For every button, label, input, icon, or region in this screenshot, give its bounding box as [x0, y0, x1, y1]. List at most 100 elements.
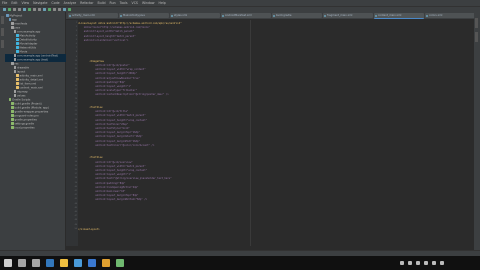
file-icon	[6, 14, 9, 17]
file-explorer-icon[interactable]	[60, 259, 68, 267]
tool-window-icon[interactable]	[1, 28, 4, 36]
store-icon[interactable]	[74, 259, 82, 267]
code-line: android:layout_height="200dp"	[78, 72, 138, 76]
toolbar-icon[interactable]	[43, 8, 46, 11]
toolbar-icon[interactable]	[68, 8, 71, 11]
tray-icon[interactable]	[416, 261, 420, 265]
line-number: 43	[74, 198, 77, 201]
toolbar-icon[interactable]	[3, 8, 6, 11]
toolbar-icon[interactable]	[33, 8, 36, 11]
tray-icon[interactable]	[408, 261, 412, 265]
tree-item-label: MovieAdapter	[19, 42, 38, 46]
tree-item-label: com.example.app (androidTest)	[17, 54, 59, 58]
toolbar-icon[interactable]	[58, 8, 61, 11]
code-line: </LinearLayout>	[78, 227, 100, 231]
tool-window-icon[interactable]	[1, 40, 4, 48]
file-icon	[16, 78, 19, 81]
file-icon	[8, 98, 11, 101]
code-line: android:scaleType="fitCenter"	[78, 89, 138, 93]
toolbar-icon[interactable]	[48, 8, 51, 11]
tab-2[interactable]: styles.xml	[170, 13, 220, 18]
line-number: 17	[74, 89, 77, 92]
tab-label: content_main.xml	[378, 14, 402, 17]
line-number: 28	[74, 135, 77, 138]
project-panel: MyProject app manifests java com.example.app…	[5, 12, 74, 250]
tool-window-icon[interactable]	[475, 32, 478, 42]
code-line: android:layout_marginBottom="8dp" />	[78, 198, 148, 202]
windows-taskbar	[0, 256, 480, 270]
tree-item-label: build.gradle (Project)	[14, 102, 42, 106]
toolbar-icon[interactable]	[13, 8, 16, 11]
line-number: 26	[74, 127, 77, 129]
tray-icon[interactable]	[400, 261, 404, 265]
code-line: android:text="@string/overview_placehold…	[78, 177, 172, 181]
tray-icon[interactable]	[440, 261, 444, 265]
line-number: 8	[75, 51, 77, 54]
line-number: 7	[75, 47, 77, 50]
tree-item[interactable]: local.properties	[5, 126, 71, 130]
code-line: android:layout_width="wrap_content"	[78, 68, 146, 72]
toolbar-icon[interactable]	[18, 8, 21, 11]
file-icon	[11, 118, 14, 121]
mail-icon[interactable]	[88, 259, 96, 267]
file-icon	[13, 94, 16, 97]
code-line: <TextView	[78, 106, 103, 109]
tray-icon[interactable]	[432, 261, 436, 265]
tab-3[interactable]: AndroidManifest.xml	[221, 13, 271, 18]
code-line: <TextView	[78, 156, 103, 160]
tool-window-icon[interactable]	[475, 18, 478, 28]
file-type-icon	[375, 14, 377, 17]
line-number: 49	[74, 223, 77, 226]
code-line: android:id="@+id/title"	[78, 110, 129, 114]
line-number: 22	[74, 110, 77, 113]
toolbar-icon[interactable]	[28, 8, 31, 11]
windows-start-icon[interactable]	[4, 259, 12, 267]
file-icon	[11, 26, 14, 29]
toolbar-icon[interactable]	[38, 8, 41, 11]
line-number: 40	[74, 185, 77, 188]
line-number: 16	[74, 85, 77, 87]
toolbar-icon[interactable]	[8, 8, 11, 11]
code-editor[interactable]: <LinearLayout xmlns:android="http://sche…	[78, 20, 474, 246]
toolbar-icon[interactable]	[53, 8, 56, 11]
code-line: android:orientation="vertical">	[78, 38, 129, 42]
tree-item-label: NetworkUtils	[19, 46, 37, 50]
tree-item-label: Movie	[19, 50, 28, 54]
line-number: 10	[74, 59, 77, 62]
toolbar-icon[interactable]	[23, 8, 26, 11]
file-icon	[11, 122, 14, 125]
code-line: android:layout_marginTop="8dp"	[78, 194, 139, 198]
code-line: android:layout_weight="1"	[78, 85, 132, 88]
task-view-icon[interactable]	[32, 259, 40, 267]
file-icon	[13, 30, 16, 33]
line-number: 24	[74, 118, 77, 121]
toolbar-icon[interactable]	[63, 8, 66, 11]
tab-1[interactable]: MainActivity.java	[119, 13, 169, 18]
right-tool-strip[interactable]	[474, 12, 480, 250]
search-icon[interactable]	[18, 259, 26, 267]
tool-window-icon[interactable]	[1, 16, 4, 24]
tree-item-label: MainActivity	[19, 34, 36, 38]
code-line: android:lineSpacingExtra="4dp"	[78, 185, 139, 189]
tab-0[interactable]: activity_main.xml	[68, 13, 118, 18]
code-line: xmlns:tools="http://schemas.android.com/…	[78, 26, 150, 30]
edge-icon[interactable]	[46, 259, 54, 267]
line-number: 45	[74, 206, 77, 209]
file-type-icon	[324, 14, 326, 17]
tab-7[interactable]: colors.xml	[425, 13, 475, 18]
file-icon	[16, 74, 19, 77]
line-number: 34	[74, 160, 77, 163]
file-icon	[13, 66, 16, 69]
tab-6[interactable]: content_main.xml	[374, 13, 424, 19]
line-number: 13	[74, 72, 77, 75]
right-margin-guide	[250, 20, 251, 246]
file-icon	[16, 82, 19, 85]
android-studio-icon[interactable]	[116, 259, 124, 267]
line-number: 48	[74, 219, 77, 222]
tray-icon[interactable]	[424, 261, 428, 265]
tree-item-label: res	[14, 62, 19, 66]
tab-label: MainActivity.java	[123, 14, 145, 17]
tab-5[interactable]: fragment_main.xml	[323, 13, 373, 18]
tab-4[interactable]: build.gradle	[272, 13, 322, 18]
chrome-icon[interactable]	[102, 259, 110, 267]
